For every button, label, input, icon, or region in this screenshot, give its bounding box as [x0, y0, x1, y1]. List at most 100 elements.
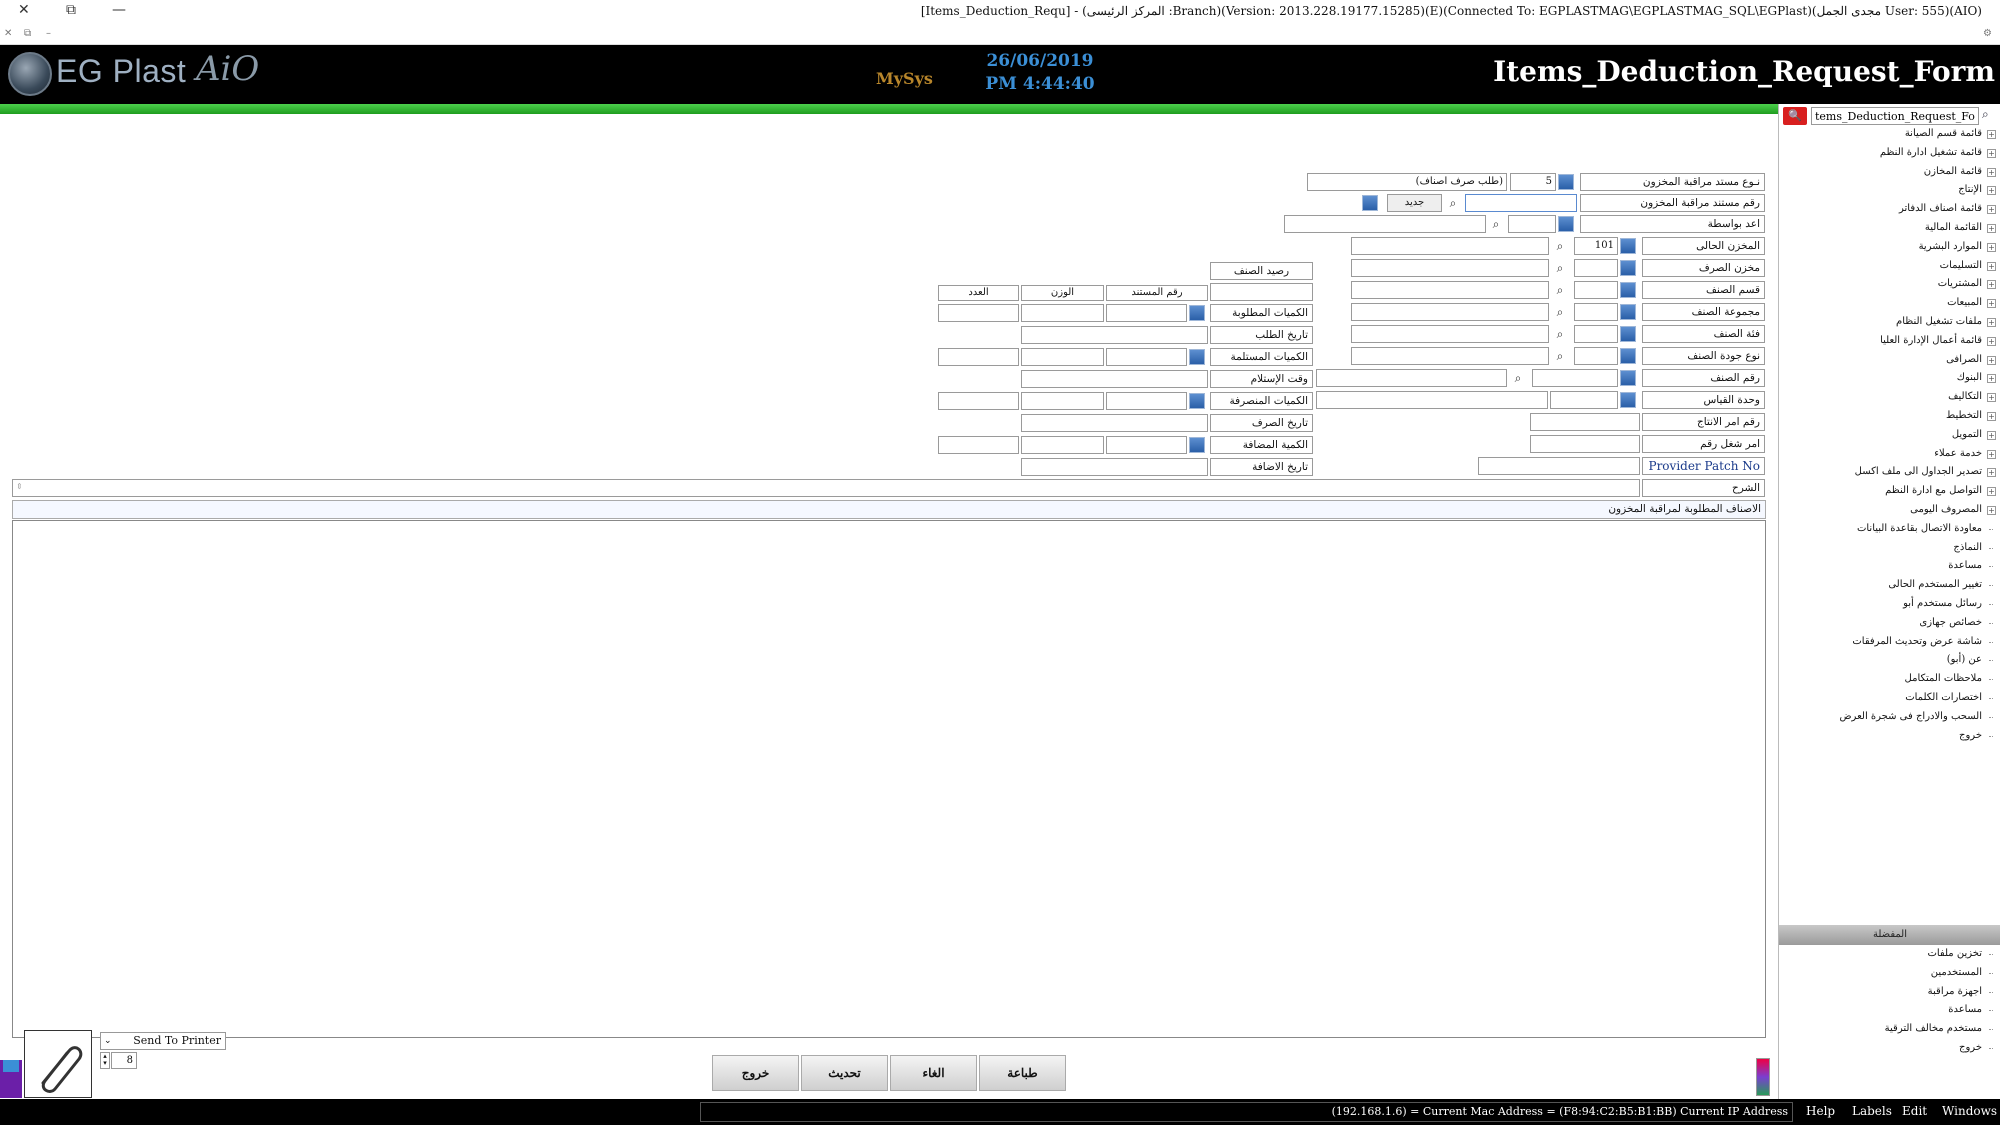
menu-tree-item[interactable]: معاودة الاتصال بقاعدة البيانات [1839, 520, 1996, 539]
menu-tree-item[interactable]: السحب والادراج فى شجرة العرض [1839, 708, 1996, 727]
copies-input[interactable]: 8 [111, 1052, 137, 1069]
menu-help[interactable]: Help [1806, 1104, 1835, 1118]
issued-qty-weight[interactable] [1021, 392, 1104, 410]
item-section-code[interactable] [1574, 281, 1618, 299]
req-qty-weight[interactable] [1021, 304, 1104, 322]
menu-tree-item[interactable]: البنوك + [1839, 369, 1996, 388]
mdi-minimize-icon[interactable]: – [46, 28, 51, 39]
menu-tree-item[interactable]: قائمة اصناف الدفاتر + [1839, 200, 1996, 219]
prod-order-input[interactable] [1530, 413, 1640, 431]
favorites-item[interactable]: المستخدمين [1885, 964, 1996, 983]
mdi-close-icon[interactable]: ✕ [4, 28, 12, 39]
item-no-lookup-button[interactable] [1620, 370, 1636, 386]
menu-tree-item[interactable]: التخطيط + [1839, 407, 1996, 426]
menu-tree-item[interactable]: الإنتاج + [1839, 181, 1996, 200]
color-palette-icon[interactable] [1756, 1058, 1770, 1096]
menu-search-input[interactable] [1811, 107, 1979, 125]
menu-tree-item[interactable]: عن (أبو) [1839, 651, 1996, 670]
current-store-lookup-button[interactable] [1620, 238, 1636, 254]
attachment-button[interactable] [24, 1030, 92, 1098]
expand-icon[interactable]: + [1987, 223, 1996, 233]
item-no-code[interactable] [1532, 369, 1618, 387]
prepared-by-lookup-button[interactable] [1558, 216, 1574, 232]
item-section-lookup-button[interactable] [1620, 282, 1636, 298]
expand-icon[interactable]: + [1987, 317, 1996, 327]
search-button[interactable]: 🔍 [1783, 107, 1807, 125]
search-icon[interactable]: ⌕ [1982, 107, 1998, 125]
menu-tree-item[interactable]: ملفات تشغيل النظام + [1839, 313, 1996, 332]
menu-tree-item[interactable]: التمويل + [1839, 426, 1996, 445]
menu-tree-item[interactable]: تغيير المستخدم الحالى [1839, 576, 1996, 595]
issue-store-lookup-button[interactable] [1620, 260, 1636, 276]
expand-icon[interactable]: + [1987, 449, 1996, 459]
restore-window-button[interactable]: ⧉ [66, 2, 76, 18]
item-group-search-icon[interactable]: ⌕ [1552, 304, 1568, 320]
unit-code[interactable] [1550, 391, 1618, 409]
item-group-lookup-button[interactable] [1620, 304, 1636, 320]
req-qty-count[interactable] [938, 304, 1019, 322]
added-qty-lookup-button[interactable] [1189, 437, 1205, 453]
expand-icon[interactable]: + [1987, 167, 1996, 177]
req-qty-doc-no[interactable] [1106, 304, 1187, 322]
current-store-search-icon[interactable]: ⌕ [1552, 238, 1568, 254]
favorites-item[interactable]: تخزين ملفات [1885, 945, 1996, 964]
expand-icon[interactable]: + [1987, 186, 1996, 196]
expand-icon[interactable]: + [1987, 430, 1996, 440]
expand-icon[interactable]: + [1987, 487, 1996, 497]
issue-store-code[interactable] [1574, 259, 1618, 277]
added-qty-doc-no[interactable] [1106, 436, 1187, 454]
issued-qty-count[interactable] [938, 392, 1019, 410]
print-button[interactable]: طباعة [979, 1055, 1066, 1091]
expand-icon[interactable]: + [1987, 411, 1996, 421]
expand-icon[interactable]: + [1987, 393, 1996, 403]
mdi-restore-icon[interactable]: ⧉ [24, 28, 31, 39]
menu-tree-item[interactable]: اختصارات الكلمات [1839, 689, 1996, 708]
menu-edit[interactable]: Edit [1902, 1104, 1927, 1118]
menu-tree-item[interactable]: المشتريات + [1839, 275, 1996, 294]
issue-date-value[interactable] [1021, 414, 1208, 432]
exit-button[interactable]: خروج [712, 1055, 799, 1091]
close-window-button[interactable]: ✕ [18, 2, 30, 18]
menu-tree-item[interactable]: التواصل مع ادارة النظم + [1839, 482, 1996, 501]
items-grid[interactable] [12, 520, 1766, 1038]
doc-no-input[interactable] [1465, 194, 1577, 212]
item-category-code[interactable] [1574, 325, 1618, 343]
minimize-window-button[interactable]: — [112, 2, 126, 18]
item-section-search-icon[interactable]: ⌕ [1552, 282, 1568, 298]
expand-icon[interactable]: + [1987, 374, 1996, 384]
issue-store-search-icon[interactable]: ⌕ [1552, 260, 1568, 276]
copies-stepper[interactable]: ▴ ▾ [100, 1052, 110, 1069]
favorites-item[interactable]: مساعدة [1885, 1001, 1996, 1020]
favorites-item[interactable]: خروج [1885, 1039, 1996, 1058]
prepared-by-search-icon[interactable]: ⌕ [1488, 216, 1504, 232]
expand-icon[interactable]: + [1987, 336, 1996, 346]
menu-tree-item[interactable]: المبيعات + [1839, 294, 1996, 313]
expand-icon[interactable]: + [1987, 468, 1996, 478]
expand-icon[interactable]: + [1987, 148, 1996, 158]
expand-icon[interactable]: + [1987, 242, 1996, 252]
notes-scroll-icon[interactable]: ⇕ [16, 482, 23, 491]
expand-icon[interactable]: + [1987, 355, 1996, 365]
provider-patch-input[interactable] [1478, 457, 1640, 475]
recv-qty-weight[interactable] [1021, 348, 1104, 366]
expand-icon[interactable]: + [1987, 205, 1996, 215]
prepared-by-code[interactable] [1508, 215, 1556, 233]
menu-tree-item[interactable]: النماذج [1839, 539, 1996, 558]
req-qty-lookup-button[interactable] [1189, 305, 1205, 321]
menu-tree-item[interactable]: الموارد البشرية + [1839, 238, 1996, 257]
menu-tree-item[interactable]: التكاليف + [1839, 388, 1996, 407]
recv-qty-lookup-button[interactable] [1189, 349, 1205, 365]
item-category-lookup-button[interactable] [1620, 326, 1636, 342]
menu-tree-item[interactable]: تصدير الجداول الى ملف اكسل + [1839, 463, 1996, 482]
item-category-search-icon[interactable]: ⌕ [1552, 326, 1568, 342]
expand-icon[interactable]: + [1987, 299, 1996, 309]
menu-tree-item[interactable]: قائمة المخازن + [1839, 163, 1996, 182]
notes-input[interactable] [12, 479, 1640, 497]
menu-tree-item[interactable]: قائمة تشغيل ادارة النظم + [1839, 144, 1996, 163]
unit-lookup-button[interactable] [1620, 392, 1636, 408]
issued-qty-doc-no[interactable] [1106, 392, 1187, 410]
recv-qty-count[interactable] [938, 348, 1019, 366]
expand-icon[interactable]: + [1987, 505, 1996, 515]
item-group-code[interactable] [1574, 303, 1618, 321]
menu-tree-item[interactable]: التسليمات + [1839, 257, 1996, 276]
